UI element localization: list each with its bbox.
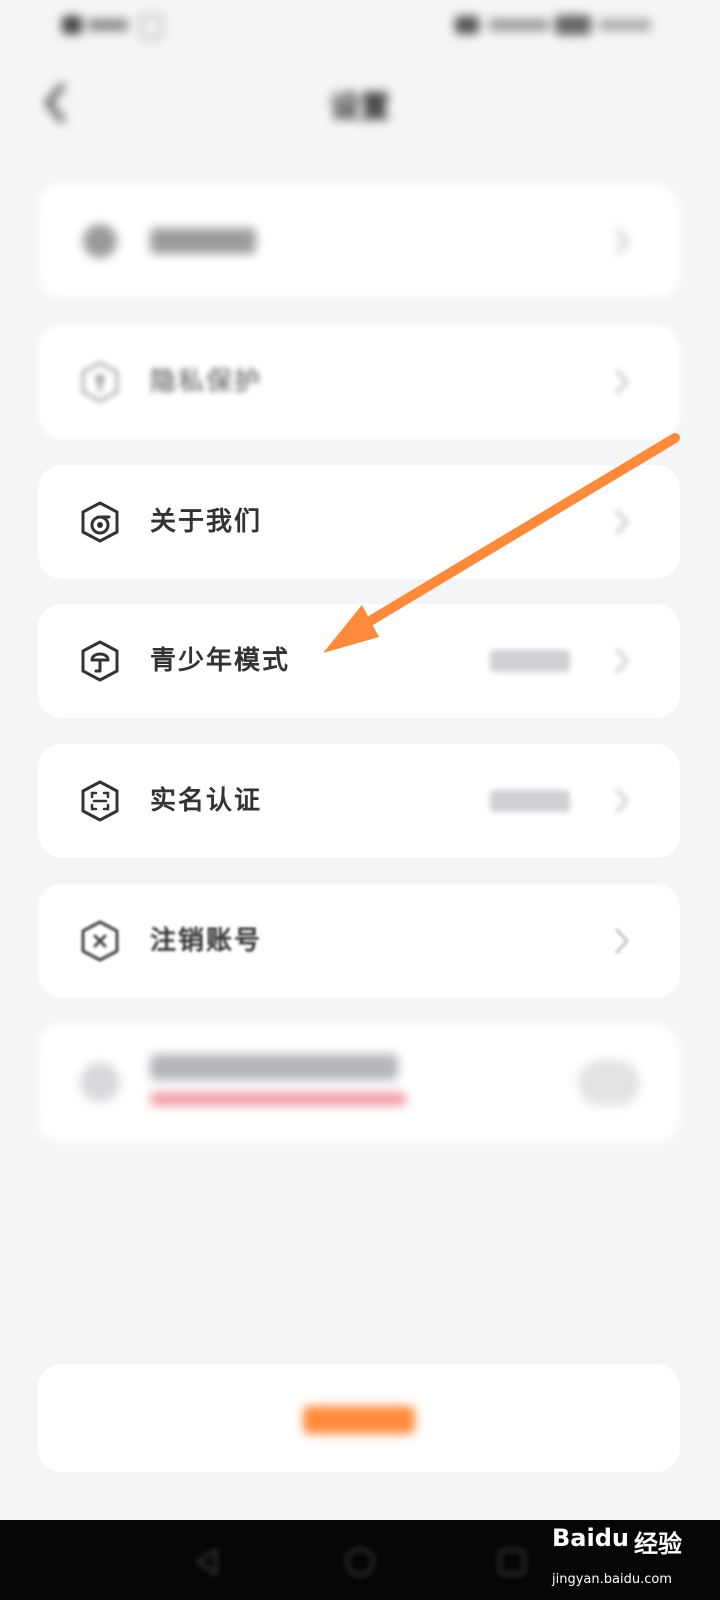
battery-icon [555, 15, 591, 35]
network-indicator [489, 19, 549, 31]
settings-item-label: 隐私保护 [150, 361, 262, 403]
header: 设置 [0, 60, 720, 150]
chevron-right-icon [610, 644, 634, 678]
signal-icon [62, 16, 82, 34]
settings-item-label: 注销账号 [150, 920, 262, 962]
clock [599, 19, 651, 31]
carrier-indicator [88, 19, 128, 31]
settings-item-real-name[interactable]: 实名认证 [38, 744, 680, 858]
nav-back-icon[interactable] [188, 1542, 228, 1582]
notification-icon [455, 16, 479, 34]
settings-item-status [490, 790, 570, 812]
close-icon [80, 920, 120, 962]
status-right-icons [455, 12, 655, 38]
company-logo [80, 1062, 120, 1102]
teen-mode-icon [80, 640, 120, 682]
settings-item-privacy[interactable]: 隐私保护 [38, 325, 680, 439]
logout-button[interactable] [38, 1364, 680, 1472]
settings-item-label: 青少年模式 [150, 640, 290, 682]
real-name-scan-icon [80, 780, 120, 822]
settings-screen: { "header": { "title": "设置" }, "settings… [0, 0, 720, 1600]
status-bar [0, 0, 720, 48]
settings-item-label: 实名认证 [150, 780, 262, 822]
about-icon [80, 501, 120, 543]
settings-item-delete-account[interactable]: 注销账号 [38, 884, 680, 998]
account-icon [80, 220, 120, 262]
settings-item-label-placeholder [150, 228, 256, 254]
chevron-right-icon [610, 784, 634, 818]
settings-item-label: 关于我们 [150, 501, 262, 543]
watermark-url: jingyan.baidu.com [552, 1572, 672, 1587]
chevron-right-icon [610, 365, 634, 399]
company-subtitle [150, 1092, 406, 1106]
watermark-brand: Baidu [552, 1524, 629, 1552]
status-left-icons [62, 12, 162, 38]
chevron-right-icon [610, 924, 634, 958]
privacy-shield-icon [80, 361, 120, 403]
chevron-right-icon [610, 505, 634, 539]
settings-item-account[interactable] [38, 184, 680, 298]
company-action-button[interactable] [578, 1060, 640, 1106]
settings-item-status [490, 650, 570, 672]
settings-item-about-us[interactable]: 关于我们 [38, 465, 680, 579]
watermark-suffix: 经验 [634, 1524, 682, 1559]
watermark-logo: Baidu 经验 [552, 1524, 712, 1564]
company-name [150, 1054, 398, 1080]
settings-item-teen-mode[interactable]: 青少年模式 [38, 604, 680, 718]
sim-icon [140, 15, 162, 39]
logout-label [303, 1406, 415, 1434]
page-title: 设置 [0, 82, 720, 126]
nav-recent-icon[interactable] [492, 1542, 532, 1582]
chevron-right-icon [610, 224, 634, 258]
company-info-card[interactable] [38, 1024, 680, 1142]
nav-home-icon[interactable] [340, 1542, 380, 1582]
